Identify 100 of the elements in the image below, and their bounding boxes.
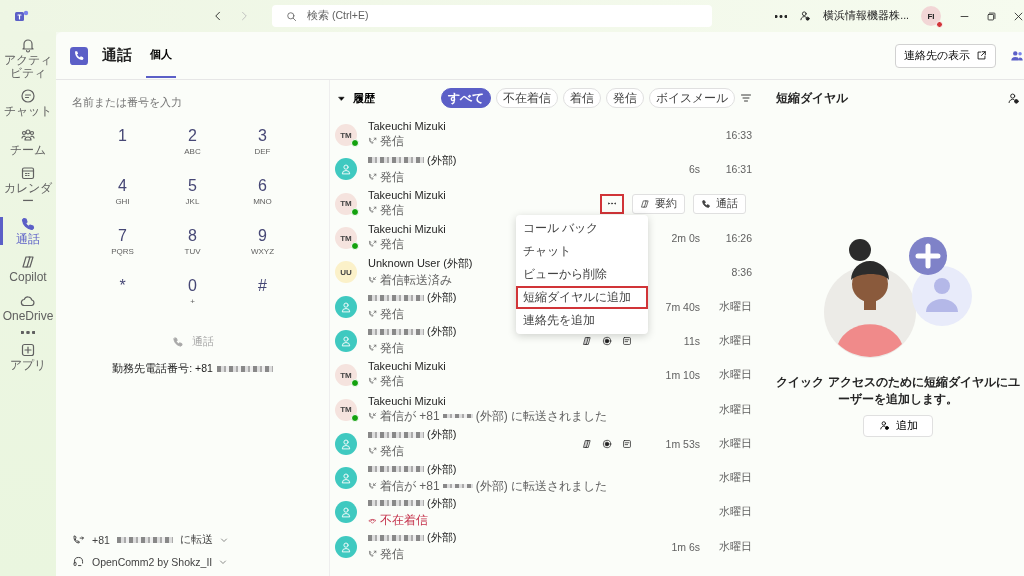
- menu-item[interactable]: ビューから削除: [516, 262, 648, 286]
- team-icon: [20, 126, 36, 143]
- dial-key[interactable]: 9 WXYZ: [227, 226, 298, 268]
- call-detail: 発信: [380, 443, 404, 461]
- menu-item[interactable]: 短縮ダイヤルに追加: [516, 285, 648, 309]
- initials-avatar: TM: [335, 192, 357, 215]
- call-time: 16:31: [725, 163, 752, 176]
- empty-state-message: クイック アクセスのために短縮ダイヤルにユーザーを追加します。: [776, 374, 1020, 409]
- search-icon: [286, 10, 297, 22]
- redacted-block: [216, 366, 273, 372]
- chevron-down-icon: [219, 536, 228, 544]
- number-input-field[interactable]: 名前または番号を入力: [72, 94, 313, 110]
- rail-item[interactable]: カレンダー: [0, 161, 56, 212]
- filter-chip[interactable]: すべて: [441, 88, 491, 108]
- person-icon: [340, 300, 352, 313]
- call-detail: (外部) に転送されました: [475, 407, 608, 425]
- recap-button[interactable]: 要約: [632, 193, 685, 214]
- initials-avatar: TM: [335, 364, 357, 387]
- copilot-icon[interactable]: [582, 438, 592, 449]
- call-time: 水曜日: [719, 539, 752, 552]
- dial-key[interactable]: 7 PQRS: [87, 226, 158, 268]
- record-icon[interactable]: [602, 438, 612, 449]
- call-detail: 発信: [380, 168, 404, 186]
- call-detail: 着信転送済み: [380, 271, 452, 289]
- dial-key[interactable]: 5 JKL: [157, 176, 228, 218]
- call-time: 水曜日: [719, 299, 752, 312]
- close-icon[interactable]: [1013, 10, 1024, 22]
- dial-key[interactable]: #: [227, 276, 298, 318]
- page-title: 通話: [102, 46, 132, 65]
- tab[interactable]: 個人: [146, 33, 176, 78]
- call-time: 16:26: [725, 232, 752, 245]
- person-icon: [340, 472, 352, 485]
- phone-icon: [171, 336, 184, 348]
- call-time: 8:36: [731, 266, 752, 279]
- redacted-block: [442, 484, 473, 489]
- rail-item[interactable]: チーム: [0, 123, 56, 160]
- dial-key[interactable]: 4 GHI: [87, 176, 158, 218]
- restore-icon[interactable]: [986, 10, 997, 22]
- app-logo-icon: [14, 8, 30, 24]
- rail-item[interactable]: 通話: [0, 213, 56, 250]
- more-options-icon[interactable]: [775, 14, 788, 18]
- dial-key[interactable]: 3 DEF: [227, 126, 298, 168]
- call-detail: 不在着信: [380, 511, 428, 529]
- add-person-icon: [878, 420, 890, 432]
- caller-name: Takeuchi Mizuki: [368, 360, 446, 373]
- dial-key[interactable]: 8 TUV: [157, 226, 228, 268]
- redacted-block: [442, 414, 473, 418]
- copilot-icon[interactable]: [582, 335, 592, 346]
- caller-name: (外部): [427, 530, 457, 546]
- rail-item[interactable]: OneDrive: [0, 289, 56, 326]
- rail-item[interactable]: アプリ: [0, 338, 56, 375]
- people-icon[interactable]: [1010, 48, 1024, 63]
- call-time: 水曜日: [719, 333, 752, 346]
- phone-icon: [701, 198, 711, 209]
- call-detail: 発信: [380, 201, 404, 219]
- call-button[interactable]: 通話: [693, 193, 746, 214]
- call-detail: 発信: [380, 236, 404, 254]
- menu-item[interactable]: チャット: [516, 239, 648, 263]
- history-toggle[interactable]: 履歴: [335, 90, 375, 106]
- filter-chip[interactable]: 着信: [563, 88, 601, 108]
- more-options-button[interactable]: [600, 193, 624, 214]
- person-icon: [340, 163, 352, 176]
- profile-avatar[interactable]: FI: [921, 6, 941, 26]
- chat-icon: [20, 88, 36, 105]
- rail-item[interactable]: Copilot: [0, 251, 56, 288]
- device-dropdown[interactable]: OpenComm2 by Shokz_II: [92, 555, 228, 568]
- add-person-icon[interactable]: [1007, 91, 1020, 105]
- transcript-icon[interactable]: [622, 438, 632, 449]
- call-detail: 発信: [380, 340, 404, 358]
- menu-item[interactable]: コール バック: [516, 216, 648, 240]
- forward-number: +81: [92, 534, 110, 546]
- menu-item[interactable]: 連絡先を追加: [516, 308, 648, 332]
- section-title: 短縮ダイヤル: [776, 90, 848, 106]
- call-duration: 1m 6s: [671, 540, 700, 553]
- dial-key[interactable]: 2 ABC: [157, 126, 228, 168]
- filter-icon[interactable]: [740, 92, 752, 104]
- filter-chip[interactable]: ボイスメール: [649, 88, 735, 108]
- caller-name: Takeuchi Mizuki: [368, 223, 446, 236]
- rail-item[interactable]: アクティビティ: [0, 34, 56, 84]
- forward-dropdown[interactable]: に転送: [179, 533, 228, 547]
- call-duration: 6s: [688, 163, 700, 176]
- transcript-icon[interactable]: [622, 335, 632, 346]
- call-duration: 1m 53s: [665, 437, 700, 450]
- dial-key[interactable]: 0 +: [157, 276, 228, 318]
- caller-name: Unknown User (外部): [368, 255, 473, 271]
- dial-key[interactable]: 6 MNO: [227, 176, 298, 218]
- search-field[interactable]: 検索 (Ctrl+E): [272, 5, 712, 27]
- caret-icon: [338, 94, 345, 102]
- add-button[interactable]: 追加: [863, 414, 933, 437]
- filter-chip[interactable]: 不在着信: [496, 88, 558, 108]
- caller-name: (外部): [427, 152, 457, 168]
- call-time: 16:33: [725, 129, 752, 142]
- initials-avatar: TM: [335, 398, 357, 421]
- dial-key[interactable]: *: [87, 276, 158, 318]
- person-settings-icon[interactable]: [799, 10, 812, 22]
- record-icon[interactable]: [602, 335, 612, 346]
- view-contacts-button[interactable]: 連絡先の表示: [895, 43, 996, 68]
- filter-chip[interactable]: 発信: [606, 88, 644, 108]
- rail-item[interactable]: チャット: [0, 85, 56, 122]
- dial-key[interactable]: 1: [87, 126, 158, 168]
